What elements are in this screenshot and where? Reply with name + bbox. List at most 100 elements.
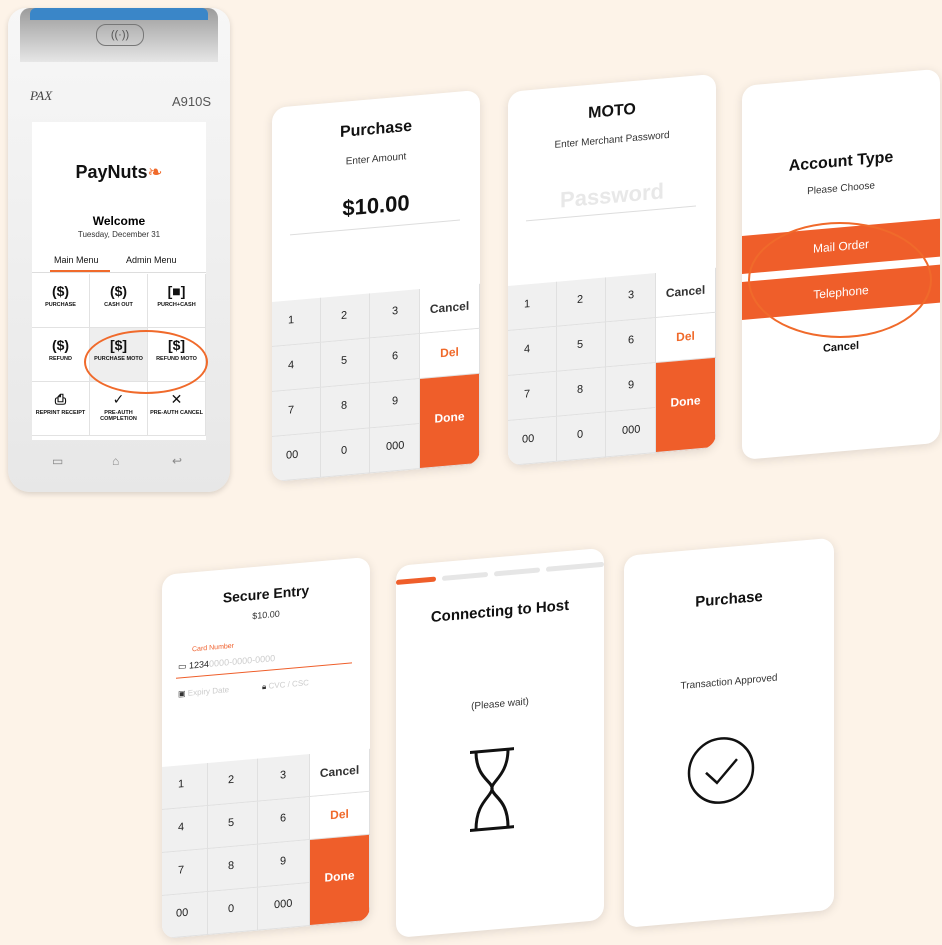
home-icon[interactable]: ⌂ [112, 454, 119, 468]
hourglass-icon [470, 747, 514, 833]
key-8[interactable]: 8 [208, 844, 258, 892]
keypad: 1 2 3 Cancel 4 5 6 Del 7 8 9 Done 00 0 0… [272, 283, 480, 482]
highlight-ring [748, 222, 932, 338]
leaf-icon: ❧ [147, 162, 163, 182]
keypad: 1 2 3 Cancel 4 5 6 Del 7 8 9 Done 00 0 0… [508, 267, 716, 466]
recent-apps-icon[interactable]: ▭ [52, 454, 63, 468]
key-4[interactable]: 4 [272, 342, 321, 392]
contactless-icon: ((·)) [96, 24, 144, 46]
menu-item-label: CASH OUT [104, 302, 133, 308]
cancel-button[interactable]: Cancel [656, 267, 716, 319]
key-4[interactable]: 4 [508, 326, 557, 376]
expiry-placeholder: Expiry Date [187, 685, 230, 698]
menu-item-label: PRE-AUTH COMPLETION [100, 410, 137, 422]
choose-prompt: Please Choose [807, 180, 875, 198]
cvc-placeholder: CVC / CSC [268, 678, 309, 691]
done-button[interactable]: Done [420, 373, 480, 470]
key-6[interactable]: 6 [370, 334, 420, 384]
done-button[interactable]: Done [656, 357, 716, 454]
menu-item-purchase[interactable]: ($) PURCHASE [32, 274, 90, 328]
moto-password-screen: MOTO Enter Merchant Password Password 1 … [508, 73, 716, 466]
secure-entry-screen: Secure Entry $10.00 Card Number ▭ 123400… [162, 556, 370, 939]
cvc-field[interactable]: 🔒︎ CVC / CSC [262, 678, 309, 692]
key-000[interactable]: 000 [370, 424, 420, 474]
menu-item-purch-cash[interactable]: [■] PURCH+CASH [148, 274, 206, 328]
key-9[interactable]: 9 [258, 840, 310, 888]
shield-check-icon: ✓ [112, 391, 125, 407]
key-1[interactable]: 1 [508, 281, 557, 331]
key-7[interactable]: 7 [508, 371, 557, 421]
key-6[interactable]: 6 [258, 797, 310, 845]
terminal-screen: PayNuts❧ Welcome Tuesday, December 31 Ma… [32, 122, 206, 440]
calendar-icon: ▣ [178, 688, 188, 699]
key-1[interactable]: 1 [272, 297, 321, 347]
key-0[interactable]: 0 [208, 887, 258, 935]
key-2[interactable]: 2 [557, 277, 606, 327]
cancel-button[interactable]: Cancel [310, 748, 370, 798]
key-7[interactable]: 7 [162, 848, 208, 896]
card-number-label: Card Number [192, 642, 235, 654]
key-8[interactable]: 8 [321, 383, 370, 433]
progress-step-active [396, 576, 436, 585]
progress-step [442, 571, 488, 581]
check-circle-icon [687, 737, 755, 804]
menu-item-label: PURCHASE [45, 302, 76, 308]
amount-prompt: Enter Amount [345, 151, 407, 168]
back-icon[interactable]: ↩ [172, 454, 182, 468]
menu-item-label: REPRINT RECEIPT [35, 410, 86, 416]
tab-divider [32, 272, 206, 273]
key-7[interactable]: 7 [272, 387, 321, 437]
pax-terminal: ((·)) PAX A910S PayNuts❧ Welcome Tuesday… [8, 8, 230, 492]
menu-item-refund[interactable]: ($) REFUND [32, 328, 90, 382]
key-4[interactable]: 4 [162, 805, 208, 853]
key-0[interactable]: 0 [321, 428, 370, 478]
key-00[interactable]: 00 [162, 891, 208, 939]
progress-steps [396, 561, 604, 586]
key-00[interactable]: 00 [508, 416, 557, 466]
cancel-button[interactable]: Cancel [420, 283, 480, 335]
delete-button[interactable]: Del [420, 328, 480, 380]
date-label: Tuesday, December 31 [77, 230, 161, 239]
key-1[interactable]: 1 [162, 762, 208, 810]
printer-icon: ⎙ [54, 391, 67, 407]
pax-logo: PAX [30, 88, 53, 103]
key-3[interactable]: 3 [606, 273, 656, 323]
key-8[interactable]: 8 [557, 367, 606, 417]
delete-button[interactable]: Del [656, 312, 716, 364]
key-00[interactable]: 00 [272, 432, 321, 482]
key-6[interactable]: 6 [606, 318, 656, 368]
screen-title: Account Type [788, 148, 894, 175]
app-logo: PayNuts❧ [32, 162, 206, 183]
password-input[interactable]: Password [508, 174, 716, 218]
key-000[interactable]: 000 [606, 408, 656, 458]
dollar-circle-icon: ($) [51, 283, 70, 299]
password-prompt: Enter Merchant Password [554, 129, 670, 151]
banknote-icon: [■] [167, 283, 186, 299]
menu-item-reprint-receipt[interactable]: ⎙ REPRINT RECEIPT [32, 382, 90, 436]
progress-step [546, 561, 604, 572]
screen-title: Connecting to Host [430, 596, 570, 626]
menu-item-label: REFUND [49, 356, 72, 362]
expiry-field[interactable]: ▣ Expiry Date [178, 685, 229, 698]
key-9[interactable]: 9 [370, 379, 420, 429]
key-3[interactable]: 3 [370, 289, 420, 339]
screen-title: Purchase [695, 587, 763, 611]
key-5[interactable]: 5 [557, 322, 606, 372]
tab-main-menu[interactable]: Main Menu [54, 255, 99, 265]
key-0[interactable]: 0 [557, 412, 606, 462]
screen-title: MOTO [588, 100, 636, 122]
card-number-placeholder: 0000-0000-0000 [209, 653, 276, 669]
tab-admin-menu[interactable]: Admin Menu [126, 255, 177, 265]
key-2[interactable]: 2 [208, 758, 258, 806]
refund-icon: ($) [51, 337, 70, 353]
key-5[interactable]: 5 [208, 801, 258, 849]
key-2[interactable]: 2 [321, 293, 370, 343]
key-5[interactable]: 5 [321, 338, 370, 388]
done-button[interactable]: Done [310, 834, 370, 927]
delete-button[interactable]: Del [310, 791, 370, 841]
key-000[interactable]: 000 [258, 883, 310, 931]
model-label: A910S [172, 94, 212, 109]
key-9[interactable]: 9 [606, 363, 656, 413]
key-3[interactable]: 3 [258, 754, 310, 802]
menu-item-cash-out[interactable]: ($) CASH OUT [90, 274, 148, 328]
